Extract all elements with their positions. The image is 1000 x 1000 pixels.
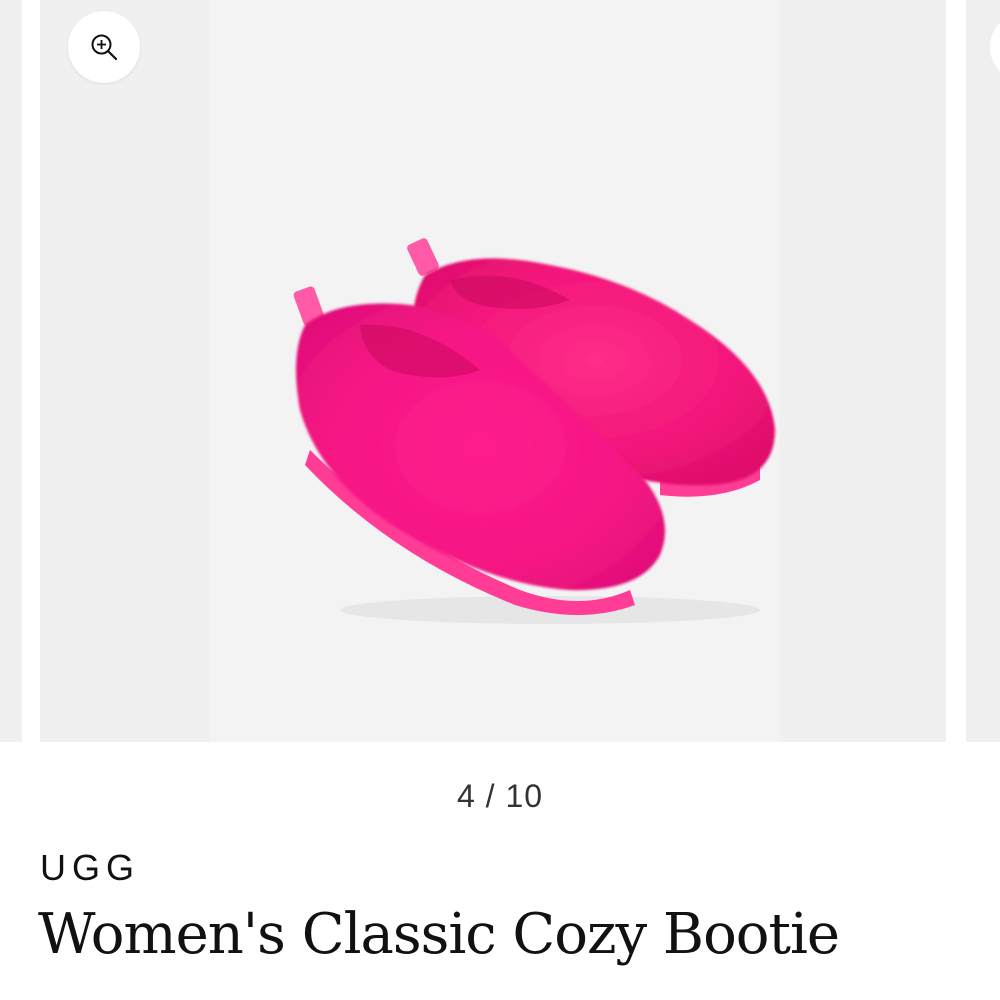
image-carousel[interactable]: [0, 0, 1000, 742]
previous-slide-peek[interactable]: [0, 0, 22, 742]
next-slide-peek[interactable]: [966, 0, 1000, 742]
product-title: Women's Classic Cozy Bootie: [38, 902, 840, 967]
zoom-button[interactable]: [68, 11, 140, 83]
product-page: 4 / 10 UGG Women's Classic Cozy Bootie: [0, 0, 1000, 1000]
product-image[interactable]: [250, 220, 810, 640]
current-slide[interactable]: [40, 0, 946, 742]
slide-counter: 4 / 10: [456, 778, 544, 814]
zoom-in-icon: [91, 34, 118, 61]
product-brand[interactable]: UGG: [40, 847, 140, 889]
